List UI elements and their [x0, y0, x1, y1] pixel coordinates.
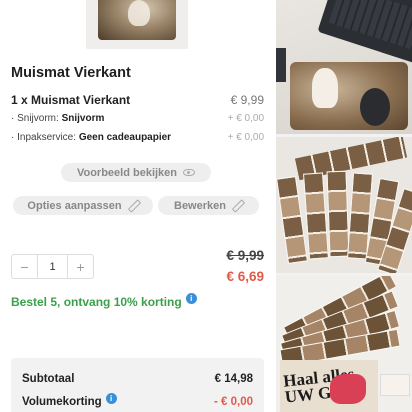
edit-options-label: Opties aanpassen [27, 199, 122, 212]
option-value: Snijvorm [61, 113, 105, 124]
increase-quantity-button[interactable]: + [68, 255, 93, 278]
product-thumbnail-frame [86, 0, 188, 49]
line-item-name: 1 x Muismat Vierkant [11, 93, 131, 107]
subtotal-row: Subtotaal € 14,98 [22, 373, 253, 385]
eye-icon [183, 169, 196, 176]
discount-text: Bestel 5, ontvang 10% korting [11, 295, 182, 309]
volume-discount-value: - € 0,00 [214, 396, 253, 408]
gallery-photo-mousepad[interactable] [276, 0, 412, 134]
subtotal-value: € 14,98 [214, 373, 253, 385]
product-panel: Muismat Vierkant 1 x Muismat Vierkant € … [0, 0, 276, 412]
preview-button[interactable]: Voorbeeld bekijken [61, 163, 211, 182]
quantity-value[interactable]: 1 [37, 255, 68, 278]
quantity-stepper: − 1 + [11, 254, 94, 279]
pencil-icon [232, 200, 243, 211]
option-value: Geen cadeaupapier [78, 132, 172, 143]
preview-label: Voorbeeld bekijken [76, 166, 178, 179]
option-row-shape: · Snijvorm: Snijvorm + € 0,00 [11, 113, 264, 124]
product-title: Muismat Vierkant [11, 65, 131, 81]
edit-design-label: Bewerken [174, 199, 226, 212]
book-cover: Haal alles UW GE [280, 360, 378, 412]
option-label: · Inpakservice: Geen cadeaupapier [11, 132, 172, 143]
option-label: · Snijvorm: Snijvorm [11, 113, 105, 124]
line-item-row: 1 x Muismat Vierkant € 9,99 [11, 93, 264, 107]
discounted-price: € 6,69 [226, 269, 264, 284]
edit-options-button[interactable]: Opties aanpassen [13, 196, 153, 215]
option-row-wrapping: · Inpakservice: Geen cadeaupapier + € 0,… [11, 132, 264, 143]
decrease-quantity-button[interactable]: − [12, 255, 37, 278]
volume-discount-row: Volumekorting i - € 0,00 [22, 392, 253, 408]
order-summary: Subtotaal € 14,98 Volumekorting i - € 0,… [11, 358, 264, 412]
volume-discount-note: Bestel 5, ontvang 10% korting i [11, 292, 197, 309]
product-thumbnail[interactable] [98, 0, 176, 40]
line-item-price: € 9,99 [230, 93, 264, 107]
option-price: + € 0,00 [227, 132, 264, 143]
info-icon[interactable]: i [185, 292, 197, 304]
info-icon[interactable]: i [105, 392, 117, 404]
volume-discount-label: Volumekorting [22, 396, 102, 408]
product-gallery: Haal alles UW GE [276, 0, 412, 412]
pencil-icon [128, 200, 139, 211]
gallery-photo-bookmarks-book[interactable]: Haal alles UW GE [276, 276, 412, 412]
subtotal-label: Subtotaal [22, 373, 75, 385]
edit-design-button[interactable]: Bewerken [158, 196, 259, 215]
gallery-photo-bookmarks[interactable] [276, 137, 412, 273]
option-price: + € 0,00 [227, 113, 264, 124]
original-price: € 9,99 [226, 248, 264, 263]
